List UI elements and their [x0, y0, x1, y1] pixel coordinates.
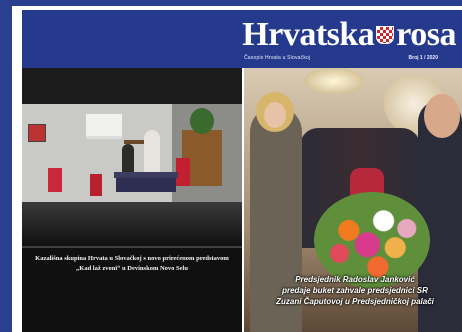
theatre-caption: Kazališna skupina Hrvata u Slovačkoj s n… [35, 255, 229, 272]
caption-line: Zuzani Čaputovoj u Predsjedničkoj palači [276, 297, 434, 306]
wall-picture [28, 124, 46, 142]
logo-text-left: Hrvatska [242, 16, 375, 53]
magazine-logo[interactable]: Hrvatska rosa [242, 16, 456, 54]
man-head [424, 94, 460, 138]
theatre-photo[interactable]: Kazališna skupina Hrvata u Slovačkoj s n… [22, 68, 242, 332]
caption-line: predaje buket zahvale predsjednici SR [282, 286, 428, 295]
magazine-cover: Hrvatska rosa Časopis Hrvata u Slovačkoj … [0, 0, 462, 332]
plant [190, 108, 214, 134]
stage-floor [22, 202, 242, 248]
issue-number: Broj 1 / 2020 [408, 55, 438, 61]
stage-ceiling [22, 68, 242, 104]
red-chair [90, 174, 102, 196]
croatian-chequy-icon [376, 26, 395, 45]
masthead: Hrvatska rosa [22, 10, 462, 68]
president-photo[interactable]: Predsjednik Radoslav Janković predaje bu… [244, 68, 462, 332]
table-cloth [116, 178, 176, 192]
window-curtain [86, 114, 122, 139]
red-chair [176, 158, 190, 186]
red-chair [48, 168, 62, 192]
president-caption: Predsjednik Radoslav Janković predaje bu… [248, 274, 462, 307]
president-face [264, 102, 286, 128]
caption-line: Predsjednik Radoslav Janković [295, 275, 415, 284]
actor-figure [122, 144, 134, 174]
masthead-subline: Časopis Hrvata u Slovačkoj [244, 55, 311, 61]
actor-figure [144, 130, 160, 174]
chandelier [304, 68, 364, 94]
logo-text-right: rosa [396, 16, 456, 53]
